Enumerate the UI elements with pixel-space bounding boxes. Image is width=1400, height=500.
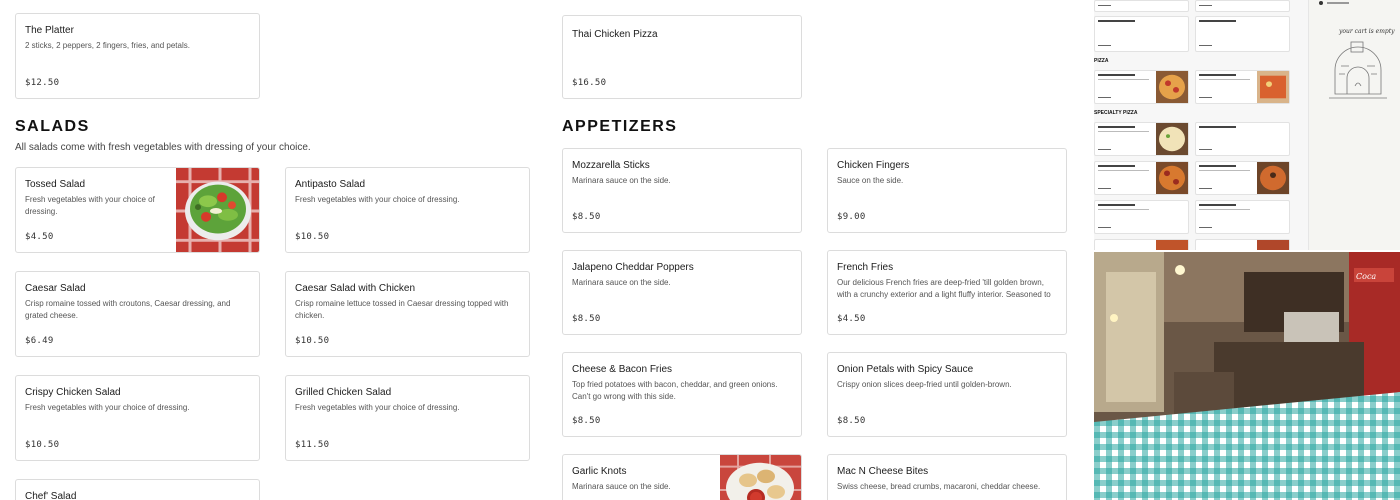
preview-card [1094,16,1189,52]
item-name: Caesar Salad with Chicken [295,283,416,294]
preview-card [1094,70,1189,104]
item-description: Swiss cheese, bread crumbs, macaroni, ch… [837,482,1041,491]
menu-item-card[interactable]: Onion Petals with Spicy Sauce Crispy oni… [827,352,1067,437]
item-price: $11.50 [295,440,330,450]
item-price: $16.50 [572,78,607,88]
preview-heading-pizza: PIZZA [1094,58,1109,64]
menu-item-card[interactable]: Chicken Fingers Sauce on the side. $9.00 [827,148,1067,233]
item-name: Antipasto Salad [295,179,366,190]
item-price: $8.50 [572,212,601,222]
item-price: $8.50 [837,416,866,426]
item-name: Mozzarella Sticks [572,160,650,171]
menu-item-card[interactable]: Crispy Chicken Salad Fresh vegetables wi… [15,375,260,461]
item-description: Marinara sauce on the side. [572,278,671,287]
restaurant-interior-photo: Coca [1094,252,1400,500]
item-price: $8.50 [572,314,601,324]
item-description: Crisp romaine lettuce tossed in Caesar d… [295,299,509,320]
menu-item-card[interactable]: Chef' Salad [15,479,260,500]
cart-empty-text: your cart is empty [1339,28,1395,35]
item-name: Cheese & Bacon Fries [572,364,673,375]
tossed-salad-photo [176,168,259,252]
item-description: Crispy onion slices deep-fried until gol… [837,380,1012,389]
item-price: $10.50 [295,232,330,242]
item-name: French Fries [837,262,894,273]
section-title-appetizers: APPETIZERS [562,118,678,135]
preview-card [1094,161,1189,195]
item-price: $10.50 [295,336,330,346]
menu-item-card[interactable]: Grilled Chicken Salad Fresh vegetables w… [285,375,530,461]
preview-card [1195,16,1290,52]
menu-preview-thumbnail[interactable]: PIZZA SPECIALTY PIZZA [1094,0,1308,250]
item-description: Sauce on the side. [837,176,904,185]
item-description: Marinara sauce on the side. [572,482,671,491]
garlic-knots-photo [720,455,801,500]
menu-item-card[interactable]: Antipasto Salad Fresh vegetables with yo… [285,167,530,253]
preview-card [1094,0,1189,12]
cart-panel: your cart is empty [1308,0,1400,250]
item-name: Onion Petals with Spicy Sauce [837,364,974,375]
menu-item-card[interactable]: Tossed Salad Fresh vegetables with your … [15,167,260,253]
menu-item-card[interactable]: Caesar Salad Crisp romaine tossed with c… [15,271,260,357]
item-price: $12.50 [25,78,60,88]
item-description: Fresh vegetables with your choice of dre… [295,195,460,204]
item-price: $10.50 [25,440,60,450]
item-name: Chef' Salad [25,491,77,500]
section-subtitle-salads: All salads come with fresh vegetables wi… [15,142,311,153]
menu-item-card[interactable]: Jalapeno Cheddar Poppers Marinara sauce … [562,250,802,335]
item-price: $4.50 [837,314,866,324]
preview-card [1094,122,1189,156]
item-name: Chicken Fingers [837,160,910,171]
menu-item-card[interactable]: The Platter 2 sticks, 2 peppers, 2 finge… [15,13,260,99]
item-price: $9.00 [837,212,866,222]
section-title-salads: SALADS [15,118,90,135]
item-name: Thai Chicken Pizza [572,29,658,40]
preview-card [1094,239,1189,250]
preview-card [1195,0,1290,12]
item-name: Crispy Chicken Salad [25,387,121,398]
item-description: Fresh vegetables with your choice of dre… [295,403,460,412]
menu-item-card[interactable]: Mac N Cheese Bites Swiss cheese, bread c… [827,454,1067,500]
item-description: Fresh vegetables with your choice of dre… [25,195,155,216]
item-description: Crisp romaine tossed with croutons, Caes… [25,299,231,320]
item-name: Garlic Knots [572,466,627,477]
item-price: $8.50 [572,416,601,426]
item-description: Top fried potatoes with bacon, cheddar, … [572,380,778,401]
item-name: The Platter [25,25,74,36]
menu-item-card[interactable]: Mozzarella Sticks Marinara sauce on the … [562,148,802,233]
menu-item-card[interactable]: Thai Chicken Pizza $16.50 [562,15,802,99]
preview-card [1195,239,1290,250]
item-name: Jalapeno Cheddar Poppers [572,262,694,273]
item-description: Marinara sauce on the side. [572,176,671,185]
menu-item-card[interactable]: Caesar Salad with Chicken Crisp romaine … [285,271,530,357]
item-name: Caesar Salad [25,283,86,294]
preview-card [1195,200,1290,234]
menu-item-card[interactable]: Cheese & Bacon Fries Top fried potatoes … [562,352,802,437]
item-description: Our delicious French fries are deep-frie… [837,278,1051,299]
item-description: Fresh vegetables with your choice of dre… [25,403,190,412]
item-name: Tossed Salad [25,179,86,190]
preview-card [1195,161,1290,195]
item-name: Mac N Cheese Bites [837,466,929,477]
location-icon [1319,1,1349,5]
item-name: Grilled Chicken Salad [295,387,392,398]
svg-text:Coca: Coca [1356,272,1376,281]
menu-item-card[interactable]: Garlic Knots Marinara sauce on the side. [562,454,802,500]
menu-page: The Platter 2 sticks, 2 peppers, 2 finge… [0,0,1400,500]
pizza-oven-icon [1329,41,1387,99]
preview-card [1195,122,1290,156]
item-description: 2 sticks, 2 peppers, 2 fingers, fries, a… [25,41,190,50]
menu-item-card[interactable]: French Fries Our delicious French fries … [827,250,1067,335]
preview-card [1195,70,1290,104]
item-price: $6.49 [25,336,54,346]
preview-heading-specialty: SPECIALTY PIZZA [1094,110,1138,116]
preview-card [1094,200,1189,234]
item-price: $4.50 [25,232,54,242]
